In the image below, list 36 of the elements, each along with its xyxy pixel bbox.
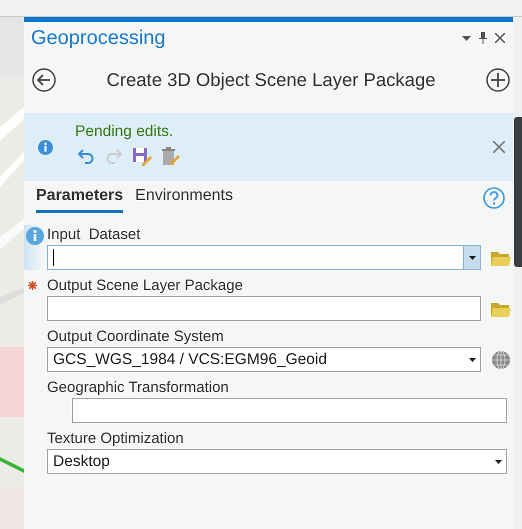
message-text: Pending edits. [75, 123, 174, 141]
back-icon[interactable] [32, 68, 56, 92]
discard-edits-icon [160, 146, 180, 166]
add-icon[interactable] [486, 68, 510, 92]
input-field[interactable] [72, 398, 507, 423]
parameter-label: Output Coordinate System [47, 327, 225, 347]
dropdown-arrow-icon [494, 460, 502, 464]
close-icon[interactable] [495, 33, 505, 43]
help-icon[interactable] [483, 187, 505, 209]
close-icon[interactable] [493, 141, 505, 153]
pin-icon[interactable] [479, 32, 487, 44]
parameter-label: Geographic Transformation [47, 378, 230, 398]
input-field[interactable] [47, 296, 481, 321]
parameter-label: Texture Optimization [47, 429, 185, 449]
scrollbar[interactable] [514, 117, 522, 267]
dropdown-field[interactable] [47, 245, 481, 270]
info-icon [38, 140, 53, 154]
globe-icon[interactable] [491, 350, 511, 370]
dropdown-field[interactable]: Desktop [47, 449, 507, 474]
save-edits-icon [132, 146, 152, 166]
tool-title: Create 3D Object Scene Layer Package [105, 69, 437, 91]
dropdown-arrow-icon [468, 256, 476, 260]
redo-icon [105, 147, 123, 165]
undo-icon [77, 147, 95, 165]
discard-button[interactable] [159, 145, 181, 167]
folder-icon[interactable] [491, 250, 511, 266]
panel-title: Geoprocessing [31, 26, 167, 50]
dropdown-arrow-icon[interactable] [462, 36, 471, 40]
tab[interactable]: Parameters [36, 187, 124, 213]
tab[interactable]: Environments [135, 187, 233, 213]
dropdown-field[interactable]: GCS_WGS_1984 / VCS:EGM96_Geoid [47, 347, 481, 372]
dropdown-arrow-icon [468, 358, 476, 362]
folder-icon[interactable] [491, 300, 511, 316]
parameter-label: Output Scene Layer Package [47, 276, 244, 296]
save-button[interactable] [131, 145, 153, 167]
parameter-label: Input Dataset [47, 225, 142, 245]
